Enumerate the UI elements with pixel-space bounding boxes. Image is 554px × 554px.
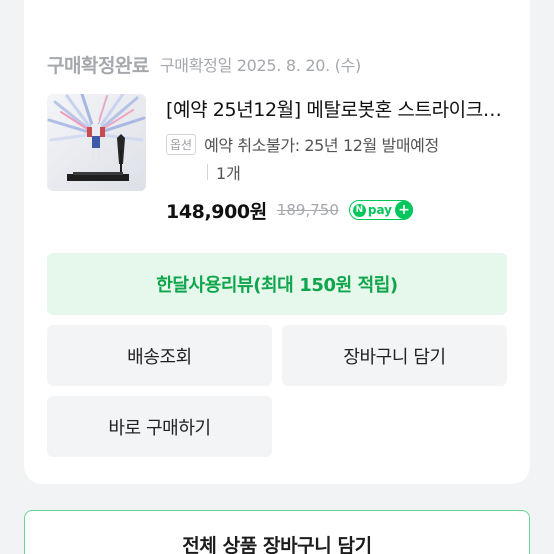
option-badge: 옵션 (166, 133, 197, 155)
option-text: 예약 취소불가: 25년 12월 발매예정 (204, 136, 439, 155)
order-status-label: 구매확정완료 (47, 54, 149, 77)
quantity-divider (207, 164, 208, 180)
product-option-row: 옵션 예약 취소불가: 25년 12월 발매예정 (166, 131, 439, 157)
plus-icon: + (395, 201, 413, 219)
quantity-row: 1개 (207, 160, 241, 184)
npay-plus-badge: N pay + (348, 200, 413, 220)
product-title-link[interactable]: [예약 25년12월] 메탈로봇혼 스트라이크 프리덤 건담 (166, 95, 506, 122)
sale-price: 148,900원 (166, 200, 267, 223)
buy-again-button[interactable]: 바로 구매하기 (47, 396, 272, 457)
purchase-confirm-date: 구매확정일 2025. 8. 20. (수) (159, 56, 361, 75)
order-status-row: 구매확정완료 구매확정일 2025. 8. 20. (수) (47, 49, 361, 79)
original-price: 189,750 (276, 201, 339, 219)
write-review-button[interactable]: 한달사용리뷰(최대 150원 적립) (47, 253, 507, 315)
add-all-to-cart-button[interactable]: 전체 상품 장바구니 담기 (24, 510, 530, 554)
add-to-cart-button[interactable]: 장바구니 담기 (282, 325, 507, 386)
product-thumbnail[interactable] (47, 94, 146, 191)
robot-figure-thumbnail-icon (47, 94, 146, 191)
npay-logo-icon: N (352, 203, 366, 217)
quantity-text: 1개 (216, 164, 241, 183)
npay-label: pay (367, 203, 392, 217)
price-row: 148,900원 189,750 N pay + (166, 195, 413, 225)
order-detail-page: 구매확정완료 구매확정일 2025. 8. 20. (수) [예약 25년12월… (0, 0, 554, 554)
track-delivery-button[interactable]: 배송조회 (47, 325, 272, 386)
